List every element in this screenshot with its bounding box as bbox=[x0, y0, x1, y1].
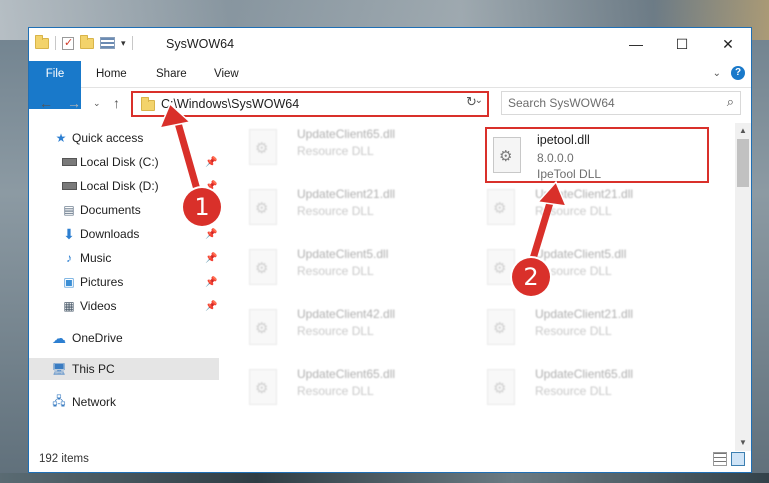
arrow-1 bbox=[158, 102, 204, 204]
step-1-badge: 1 bbox=[183, 188, 221, 226]
annotation-arrows bbox=[158, 102, 568, 266]
arrow-2 bbox=[528, 180, 568, 266]
step-2-badge: 2 bbox=[512, 258, 550, 296]
